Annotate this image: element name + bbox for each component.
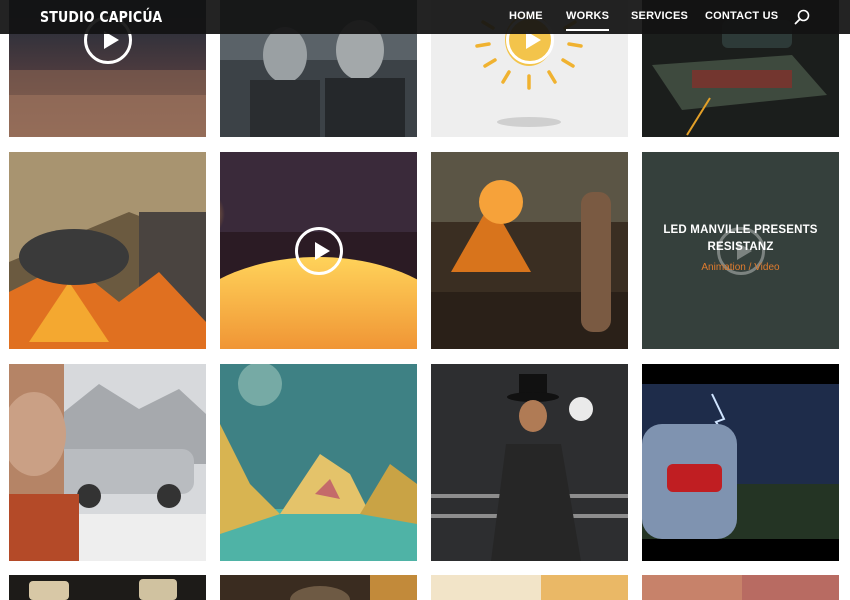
portfolio-tile-lowpoly[interactable]	[220, 364, 417, 561]
portfolio-tile-row4-4[interactable]	[642, 575, 839, 600]
row4-1-thumbnail	[9, 575, 206, 600]
storm-car-thumbnail	[642, 364, 839, 561]
portfolio-tile-wrestler[interactable]	[431, 364, 628, 561]
portfolio-tile-sun[interactable]	[220, 152, 417, 349]
portfolio-item-category[interactable]: Animation / Video	[642, 262, 839, 273]
lowpoly-thumbnail	[220, 364, 417, 561]
nav-works[interactable]: WORKS	[566, 10, 610, 31]
portfolio-tile-resistanz[interactable]: LED MANVILLE PRESENTS RESISTANZ Animatio…	[642, 152, 839, 349]
title-line-1: LED MANVILLE PRESENTS	[663, 224, 818, 236]
site-logo[interactable]: STUDIO CAPICÚA	[40, 8, 162, 26]
nav-home[interactable]: HOME	[509, 10, 543, 22]
portfolio-tile-row4-3[interactable]	[431, 575, 628, 600]
portfolio-tile-row4-2[interactable]	[220, 575, 417, 600]
play-icon[interactable]	[294, 226, 343, 275]
portfolio-item-title: LED MANVILLE PRESENTS RESISTANZ	[642, 222, 839, 256]
portfolio-tile-row4-1[interactable]	[9, 575, 206, 600]
volcano-thumbnail	[431, 152, 628, 349]
dragon-thumbnail	[9, 152, 206, 349]
row4-4-thumbnail	[642, 575, 839, 600]
search-icon[interactable]	[793, 8, 811, 26]
portfolio-tile-car-ad[interactable]	[9, 364, 206, 561]
portfolio-tile-dragon[interactable]	[9, 152, 206, 349]
portfolio-tile-volcano[interactable]	[431, 152, 628, 349]
wrestler-thumbnail	[431, 364, 628, 561]
row4-2-thumbnail	[220, 575, 417, 600]
car-ad-thumbnail	[9, 364, 206, 561]
title-line-2: RESISTANZ	[707, 241, 774, 253]
row4-3-thumbnail	[431, 575, 628, 600]
nav-contact-us[interactable]: CONTACT US	[705, 10, 778, 22]
site-header: STUDIO CAPICÚA HOME WORKS SERVICES CONTA…	[0, 0, 850, 34]
portfolio-tile-storm-car[interactable]	[642, 364, 839, 561]
nav-services[interactable]: SERVICES	[631, 10, 688, 22]
